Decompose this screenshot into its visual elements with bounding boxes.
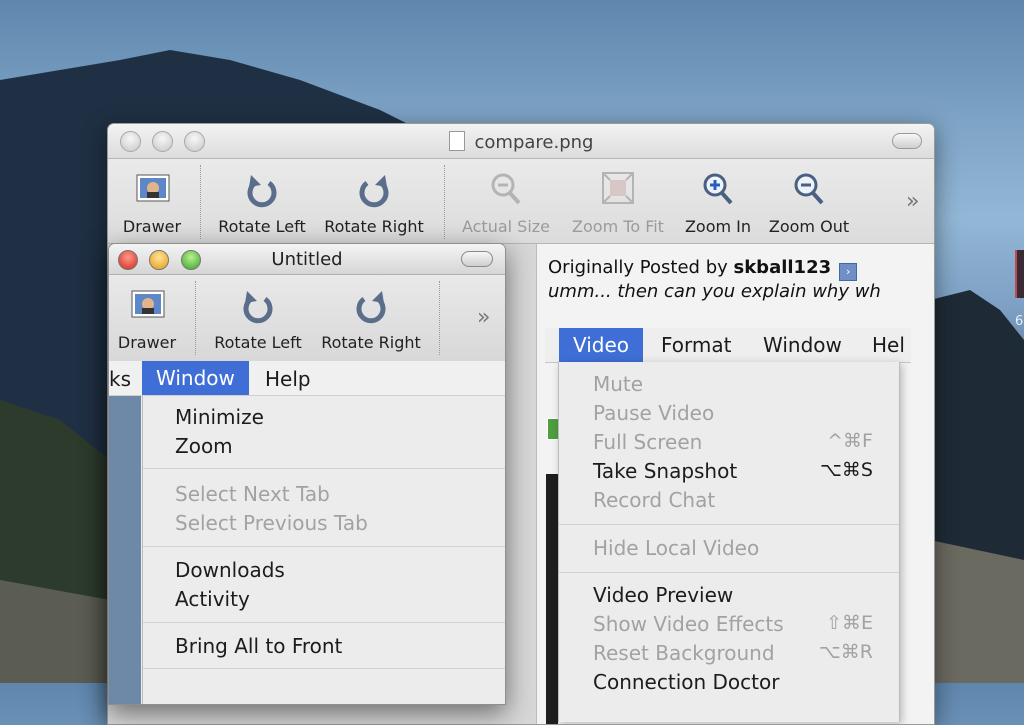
menu-item-take-snapshot[interactable]: Take Snapshot [593, 459, 737, 483]
rotate-left-button[interactable]: Rotate Left [216, 169, 308, 236]
menu-item-zoom[interactable]: Zoom [175, 434, 233, 458]
menu-item-video-preview[interactable]: Video Preview [593, 583, 733, 607]
post-text: umm... then can you explain why wh [548, 281, 881, 302]
rotate-right-icon [356, 291, 386, 324]
menu-format[interactable]: Format [661, 333, 731, 357]
rotate-left-icon [243, 291, 273, 324]
drawer-button[interactable]: Drawer [122, 169, 182, 236]
menu-help[interactable]: Hel [872, 333, 905, 357]
rotate-left-button[interactable]: Rotate Left [209, 285, 307, 352]
app-menubar: ks Window Help [109, 361, 505, 396]
menu-window[interactable]: Window [142, 361, 249, 395]
window-title-text: compare.png [474, 132, 594, 153]
menu-help[interactable]: Help [265, 367, 311, 391]
toolbar-separator [444, 165, 445, 239]
menu-item-hide-local-video[interactable]: Hide Local Video [593, 536, 759, 560]
document-icon [448, 131, 465, 151]
rotate-left-icon [247, 175, 277, 208]
titlebar[interactable]: Untitled [109, 244, 505, 275]
drawer-label: Drawer [122, 217, 182, 236]
toolbar-overflow-button[interactable]: » [906, 189, 919, 214]
menu-item-record-chat[interactable]: Record Chat [593, 488, 715, 512]
menu-item-reset-background[interactable]: Reset Background [593, 641, 775, 665]
zoom-to-fit-label: Zoom To Fit [572, 217, 664, 236]
menu-item-connection-doctor[interactable]: Connection Doctor [593, 670, 779, 694]
rotate-right-button[interactable]: Rotate Right [322, 169, 426, 236]
menu-video[interactable]: Video [559, 328, 644, 362]
toolbar: Drawer Rotate Left Rotate Right » [109, 275, 505, 362]
zoom-to-fit-button[interactable]: Zoom To Fit [566, 169, 670, 236]
rotate-left-label: Rotate Left [218, 217, 306, 236]
toolbar-separator [200, 165, 201, 239]
video-menubar: Video Format Window Hel [545, 328, 911, 363]
window-title: compare.png [108, 131, 934, 153]
zoom-out-button[interactable]: Zoom Out [766, 169, 852, 236]
window-title: Untitled [271, 249, 343, 270]
view-post-icon[interactable]: › [839, 263, 858, 281]
menu-item-downloads[interactable]: Downloads [175, 558, 285, 582]
titlebar[interactable]: compare.png [108, 124, 934, 159]
menu-item-mute[interactable]: Mute [593, 372, 643, 396]
toolbar-separator [195, 281, 196, 355]
desktop-icon-label: 6 [1015, 314, 1024, 329]
post-author: skball123 [733, 257, 832, 278]
rotate-right-label: Rotate Right [321, 333, 421, 352]
menu-item-activity[interactable]: Activity [175, 587, 250, 611]
rotate-left-label: Rotate Left [214, 333, 302, 352]
menu-item-select-next-tab[interactable]: Select Next Tab [175, 482, 330, 506]
menu-item-minimize[interactable]: Minimize [175, 405, 264, 429]
menu-item-show-video-effects[interactable]: Show Video Effects [593, 612, 784, 636]
drawer-label: Drawer [117, 333, 177, 352]
menu-window[interactable]: Window [763, 333, 842, 357]
rotate-right-icon [359, 175, 389, 208]
window-menu: Minimize Zoom Select Next Tab Select Pre… [142, 396, 505, 704]
toolbar-separator [439, 281, 440, 355]
shortcut-reset-background: ⌥⌘R [818, 641, 873, 663]
shortcut-show-video-effects: ⇧⌘E [826, 612, 873, 634]
video-menu: Mute Pause Video Full Screen ^⌘F Take Sn… [558, 362, 900, 722]
menu-separator [143, 468, 505, 469]
video-area [546, 474, 558, 724]
rotate-right-label: Rotate Right [324, 217, 424, 236]
drawer-icon [131, 290, 165, 318]
menu-item-bring-all-to-front[interactable]: Bring All to Front [175, 634, 342, 658]
toolbar-overflow-button[interactable]: » [477, 305, 490, 330]
menu-separator [559, 524, 899, 525]
post-attribution: Originally Posted by skball123 › [548, 257, 858, 281]
drawer-icon [136, 174, 170, 202]
menu-bookmarks[interactable]: ks [109, 367, 131, 391]
zoom-to-fit-icon [602, 172, 634, 204]
untitled-window: Untitled Drawer Rotate Left Rotate Right… [108, 243, 506, 705]
menu-item-select-previous-tab[interactable]: Select Previous Tab [175, 511, 368, 535]
menu-item-full-screen[interactable]: Full Screen [593, 430, 702, 454]
drawer-button[interactable]: Drawer [115, 285, 179, 352]
post-prefix: Originally Posted by [548, 257, 734, 278]
actual-size-label: Actual Size [461, 217, 551, 236]
rotate-right-button[interactable]: Rotate Right [315, 285, 427, 352]
menu-separator [143, 546, 505, 547]
toolbar-toggle-button[interactable] [892, 133, 922, 149]
zoom-in-button[interactable]: Zoom In [682, 169, 754, 236]
toolbar: Drawer Rotate Left Rotate Right Actual S… [108, 159, 934, 244]
actual-size-icon [491, 173, 521, 205]
shortcut-full-screen: ^⌘F [827, 430, 873, 452]
actual-size-button[interactable]: Actual Size [460, 169, 552, 236]
menu-separator [559, 572, 899, 573]
zoom-out-icon [794, 173, 824, 205]
shortcut-take-snapshot: ⌥⌘S [820, 459, 873, 481]
toolbar-toggle-button[interactable] [461, 251, 493, 267]
zoom-in-icon [703, 173, 733, 205]
background-content [109, 396, 141, 704]
menu-separator [143, 622, 505, 623]
desktop-icon[interactable] [1015, 250, 1024, 298]
zoom-out-label: Zoom Out [768, 217, 850, 236]
zoom-in-label: Zoom In [684, 217, 752, 236]
menu-separator [143, 668, 505, 669]
menu-item-pause-video[interactable]: Pause Video [593, 401, 714, 425]
